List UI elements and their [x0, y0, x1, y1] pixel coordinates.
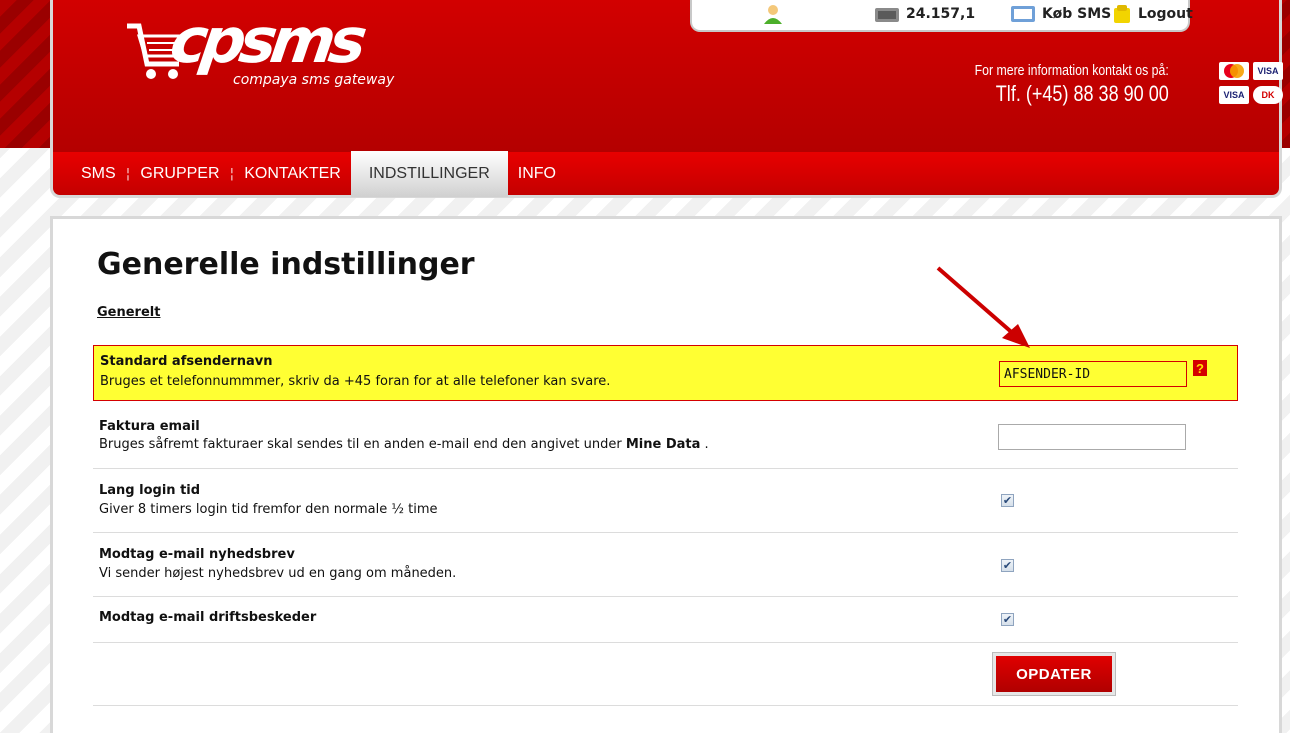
long-login-checkbox[interactable]: ✔ — [1001, 494, 1014, 507]
sms-balance: 24.157,1 — [906, 6, 976, 22]
balance-icon — [875, 8, 899, 22]
setting-row-invoice-email: Faktura email Bruges såfremt fakturaer s… — [93, 409, 1238, 469]
contact-phone: Tlf. (+45) 88 38 90 00 — [996, 81, 1169, 106]
bottom-divider — [93, 705, 1238, 706]
setting-title: Lang login tid — [99, 483, 201, 498]
update-button[interactable]: OPDATER — [993, 653, 1115, 695]
contact-info: For mere information kontakt os på: Tlf.… — [932, 62, 1169, 107]
nav-separator: ¦ — [229, 165, 235, 182]
setting-description: Bruges såfremt fakturaer skal sendes til… — [99, 437, 709, 452]
visa-card-icon: VISA — [1253, 62, 1283, 80]
balance-segment: 24.157,1 — [874, 4, 975, 24]
logo-subtitle: compaya sms gateway — [233, 72, 395, 88]
logout-link[interactable]: Logout — [1112, 4, 1193, 24]
buy-sms-icon — [1011, 6, 1035, 22]
annotation-arrow-icon — [936, 266, 1030, 348]
page-title: Generelle indstillinger — [97, 247, 475, 282]
nav-separator: ¦ — [125, 165, 131, 182]
nav-item-sms[interactable]: SMS — [71, 151, 126, 197]
setting-row-long-login: Lang login tid Giver 8 timers login tid … — [93, 469, 1238, 533]
section-heading: Generelt — [97, 305, 161, 320]
nav-item-kontakter[interactable]: KONTAKTER — [234, 151, 351, 197]
mastercard-icon — [1219, 62, 1249, 80]
setting-row-sender-name: Standard afsendernavn Bruges et telefonn… — [93, 345, 1238, 401]
setting-row-newsletter: Modtag e-mail nyhedsbrev Vi sender højes… — [93, 533, 1238, 597]
nav-item-grupper[interactable]: GRUPPER — [130, 151, 229, 197]
contact-line: For mere information kontakt os på: — [974, 62, 1169, 79]
account-toolbar: 24.157,1 Køb SMS Logout — [690, 0, 1193, 32]
logo-wordmark[interactable]: cpsms — [166, 4, 366, 77]
buy-sms-link[interactable]: Køb SMS — [1010, 4, 1111, 24]
help-icon[interactable]: ? — [1193, 360, 1207, 376]
nav-item-info[interactable]: INFO — [508, 151, 566, 197]
setting-title: Standard afsendernavn — [100, 354, 273, 369]
description-text: Bruges såfremt fakturaer skal sendes til… — [99, 437, 622, 452]
invoice-email-input[interactable] — [998, 424, 1186, 450]
setting-title: Modtag e-mail nyhedsbrev — [99, 547, 295, 562]
sender-name-input[interactable] — [999, 361, 1187, 387]
dankort-card-icon: DK — [1253, 86, 1283, 104]
setting-title: Modtag e-mail driftsbeskeder — [99, 610, 317, 625]
logout-icon — [1114, 5, 1130, 23]
operations-messages-checkbox[interactable]: ✔ — [1001, 613, 1014, 626]
setting-description: Bruges et telefonnummmer, skriv da +45 f… — [100, 374, 611, 389]
user-icon — [764, 5, 782, 24]
user-segment[interactable] — [762, 4, 784, 24]
mine-data-link[interactable]: Mine Data — [626, 437, 701, 452]
buy-sms-label: Køb SMS — [1042, 6, 1112, 22]
setting-description: Giver 8 timers login tid fremfor den nor… — [99, 502, 438, 517]
setting-row-operations-messages: Modtag e-mail driftsbeskeder ✔ — [93, 597, 1238, 643]
description-suffix: . — [700, 437, 709, 452]
logout-label: Logout — [1138, 6, 1193, 22]
setting-title: Faktura email — [99, 419, 200, 434]
setting-description: Vi sender højest nyhedsbrev ud en gang o… — [99, 566, 457, 581]
newsletter-checkbox[interactable]: ✔ — [1001, 559, 1014, 572]
main-navigation: SMS ¦ GRUPPER ¦ KONTAKTER INDSTILLINGER … — [50, 150, 1282, 198]
visa-electron-card-icon: VISA — [1219, 86, 1249, 104]
settings-panel: Generelle indstillinger Generelt Standar… — [50, 216, 1282, 733]
nav-item-indstillinger[interactable]: INDSTILLINGER — [350, 150, 508, 197]
